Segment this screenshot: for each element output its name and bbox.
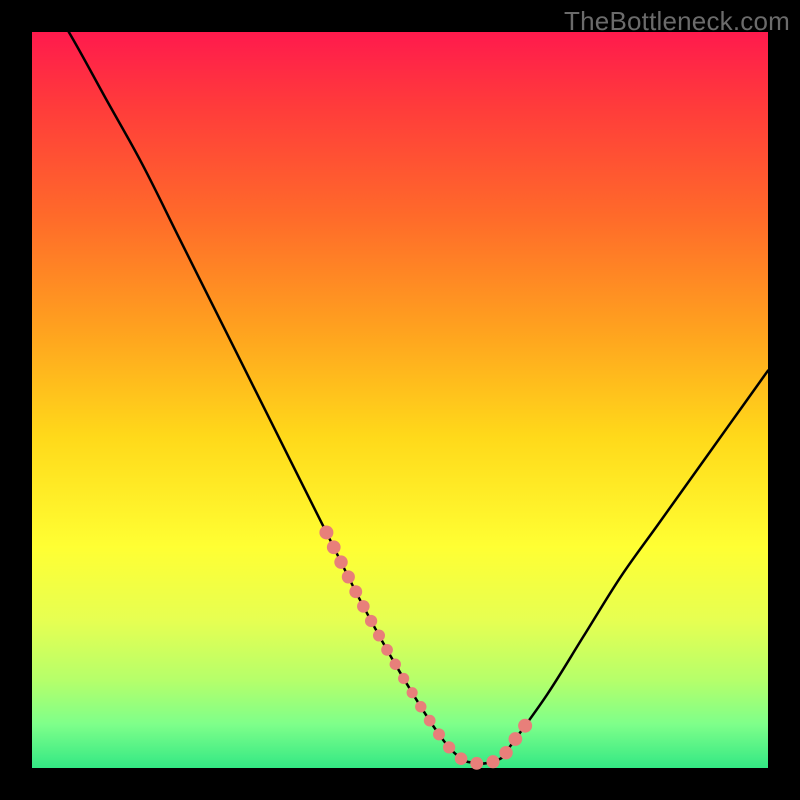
- highlight-dot: [342, 570, 355, 583]
- highlight-dot: [327, 540, 341, 554]
- highlight-dot: [470, 757, 483, 770]
- highlight-dot: [486, 755, 499, 768]
- highlight-dot: [390, 659, 401, 670]
- highlight-dot: [509, 732, 523, 746]
- highlight-dot: [381, 644, 393, 656]
- highlight-dot: [373, 629, 385, 641]
- highlight-dot: [407, 687, 418, 698]
- curve-svg: [32, 32, 768, 768]
- highlight-dot: [415, 701, 426, 712]
- highlight-dot: [518, 719, 532, 733]
- bottleneck-curve: [32, 0, 768, 764]
- highlight-dot: [455, 752, 468, 765]
- highlight-dot: [357, 600, 370, 613]
- highlight-dot: [398, 673, 409, 684]
- highlight-dot: [424, 715, 436, 727]
- highlight-dot: [334, 555, 347, 568]
- highlight-dot: [443, 741, 455, 753]
- chart-frame: TheBottleneck.com: [0, 0, 800, 800]
- highlight-dot: [433, 728, 445, 740]
- highlight-dot: [365, 615, 377, 627]
- highlight-dot: [319, 525, 333, 539]
- plot-area: [32, 32, 768, 768]
- highlight-dots: [319, 525, 532, 769]
- highlight-dot: [349, 585, 362, 598]
- highlight-dot: [499, 746, 512, 759]
